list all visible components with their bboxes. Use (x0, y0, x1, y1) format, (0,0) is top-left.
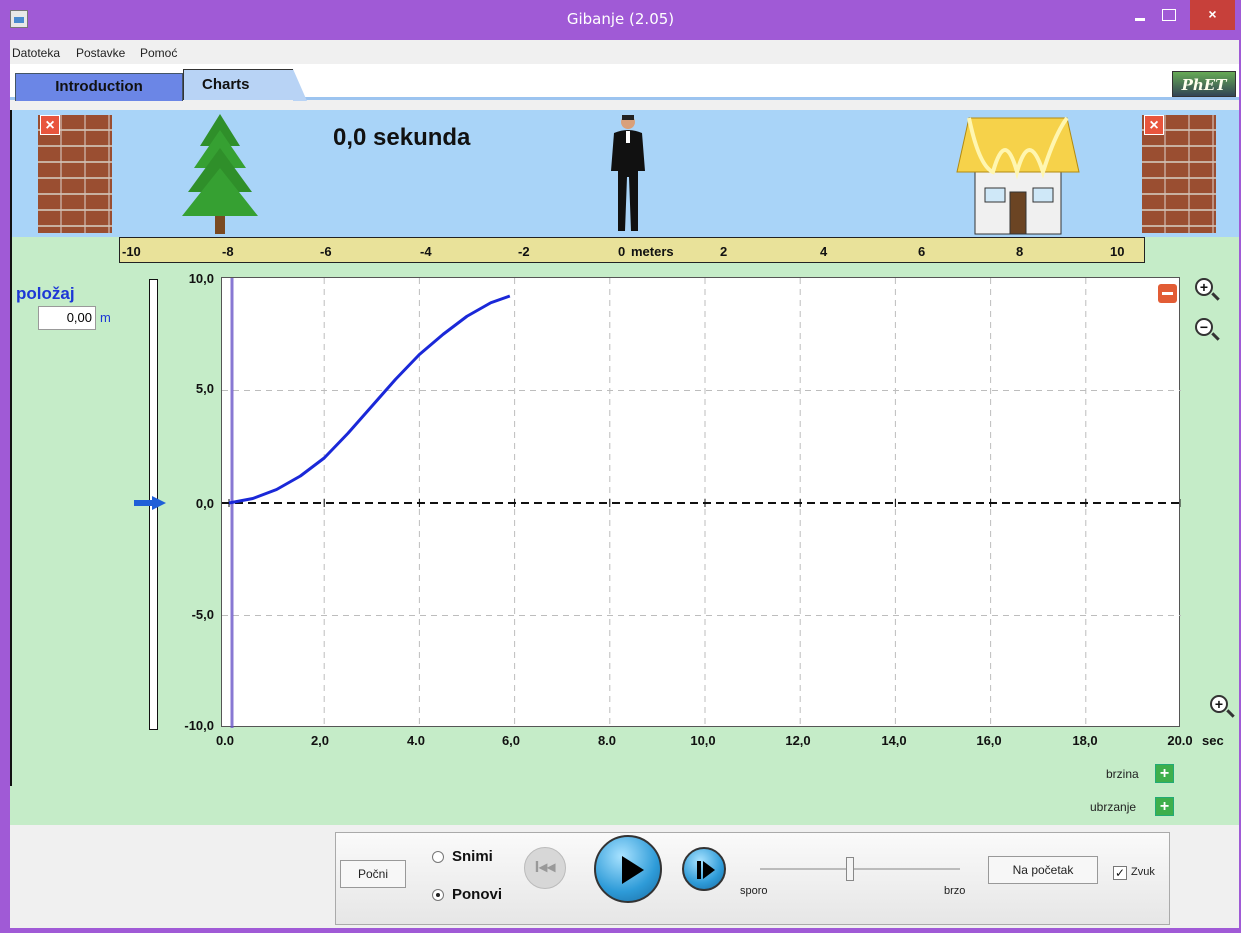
maximize-window-button[interactable] (1162, 9, 1176, 21)
zoom-in-vertical-icon[interactable]: + (1195, 278, 1213, 296)
speed-slider-thumb[interactable] (846, 857, 854, 881)
slow-label: sporo (740, 885, 768, 897)
remove-left-wall-button[interactable]: × (40, 115, 60, 135)
record-label: Snimi (452, 848, 493, 865)
position-unit: m (100, 310, 111, 325)
menu-settings[interactable]: Postavke (76, 46, 125, 60)
y-tick-label: 10,0 (188, 271, 214, 286)
x-tick-label: 10,0 (690, 733, 716, 748)
step-button[interactable] (682, 847, 726, 891)
add-acceleration-chart-button[interactable]: + (1155, 797, 1174, 816)
y-tick-label: 0,0 (195, 496, 214, 511)
frame-edge (10, 110, 12, 786)
ruler-tick-label: 0 (618, 244, 626, 259)
ruler-tick-label: -2 (518, 244, 530, 259)
sound-checkbox[interactable]: ✓ (1113, 866, 1127, 880)
house-icon (956, 116, 1080, 235)
ruler-tick-label: -10 (122, 244, 141, 259)
application-window: Gibanje (2.05) × Datoteka Postavke Pomoć… (0, 0, 1241, 933)
position-chart-canvas (222, 278, 1181, 728)
x-tick-label: 14,0 (881, 733, 907, 748)
add-velocity-chart-button[interactable]: + (1155, 764, 1174, 783)
play-button[interactable] (594, 835, 662, 903)
x-tick-label: 18,0 (1072, 733, 1098, 748)
tab-introduction[interactable]: Introduction (15, 73, 183, 101)
time-readout: 0,0 sekunda (333, 124, 471, 151)
y-tick-label: 5,0 (195, 381, 214, 396)
playback-controls: Počni Snimi Ponovi I◂◂ sporo brzo Na poč… (335, 832, 1170, 925)
x-tick-label: 4.0 (406, 733, 426, 748)
client-area: Datoteka Postavke Pomoć Introduction Cha… (10, 40, 1239, 928)
ruler-unit: meters (631, 244, 674, 259)
ruler-tick-label: 6 (918, 244, 926, 259)
tab-charts[interactable]: Charts (183, 69, 307, 101)
x-tick-label: 12,0 (785, 733, 811, 748)
ruler-tick-label: -6 (320, 244, 332, 259)
rewind-button[interactable]: I◂◂ (524, 847, 566, 889)
zoom-in-horizontal-icon[interactable]: + (1210, 695, 1228, 713)
x-tick-label: 16,0 (976, 733, 1002, 748)
position-slider-arrow-icon[interactable] (134, 496, 166, 510)
y-tick-label: -5,0 (191, 607, 214, 622)
phet-logo[interactable]: PhET (1172, 71, 1236, 97)
ruler-tick-label: 4 (820, 244, 828, 259)
x-tick-label: 0.0 (215, 733, 235, 748)
x-tick-label: 8.0 (597, 733, 617, 748)
ruler-tick-label: -4 (420, 244, 432, 259)
position-input[interactable]: 0,00 (38, 306, 96, 330)
record-radio[interactable] (432, 851, 444, 863)
y-tick-label: -10,0 (184, 718, 214, 733)
window-title: Gibanje (2.05) (566, 10, 675, 28)
position-label: položaj (16, 284, 75, 303)
x-tick-label: 2,0 (310, 733, 330, 748)
menu-file[interactable]: Datoteka (12, 46, 60, 60)
menu-help[interactable]: Pomoć (140, 46, 177, 60)
start-button[interactable]: Počni (340, 860, 406, 888)
minimize-chart-button[interactable] (1158, 284, 1177, 303)
sound-label: Zvuk (1131, 866, 1155, 878)
zoom-out-vertical-icon[interactable]: − (1195, 318, 1213, 336)
x-tick-label: 6,0 (501, 733, 521, 748)
velocity-series-label: brzina (1106, 767, 1139, 781)
minimize-window-button[interactable] (1135, 18, 1145, 21)
playback-label: Ponovi (452, 886, 503, 903)
close-window-button[interactable]: × (1190, 0, 1235, 30)
remove-right-wall-button[interactable]: × (1144, 115, 1164, 135)
x-axis-unit: sec (1202, 733, 1224, 748)
position-series-line (228, 294, 511, 505)
x-tick-label: 20.0 (1167, 733, 1193, 748)
position-chart[interactable] (221, 277, 1181, 728)
position-ruler: -10 -8 -6 -4 -2 0 meters 2 4 6 8 10 (119, 237, 1145, 263)
fast-label: brzo (944, 885, 966, 897)
ruler-tick-label: -8 (222, 244, 234, 259)
menu-bar: Datoteka Postavke Pomoć (10, 40, 1239, 64)
ruler-tick-label: 2 (720, 244, 728, 259)
tree-icon (182, 114, 258, 234)
person-icon[interactable] (605, 113, 651, 237)
title-bar[interactable]: Gibanje (2.05) × (0, 0, 1241, 40)
acceleration-series-label: ubrzanje (1090, 800, 1137, 814)
ruler-tick-label: 10 (1110, 244, 1125, 259)
playback-radio[interactable] (432, 889, 444, 901)
ruler-tick-label: 8 (1016, 244, 1024, 259)
reset-button[interactable]: Na početak (988, 856, 1098, 884)
speed-slider[interactable] (760, 868, 960, 870)
tab-bar: Introduction Charts PhET (10, 64, 1239, 101)
